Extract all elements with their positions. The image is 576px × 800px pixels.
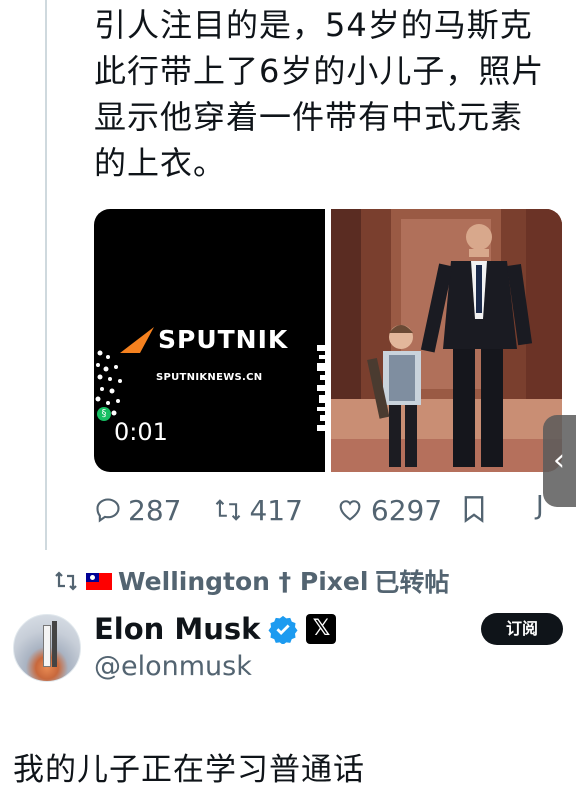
like-button[interactable]: 6297 xyxy=(335,494,442,527)
author-row: Elon Musk 𝕏 xyxy=(94,609,337,649)
share-button[interactable]: J xyxy=(536,491,544,521)
repost-count: 417 xyxy=(249,493,303,527)
media-grid: § SPUTNIK SPUTNIKNEWS.CN 0:01 xyxy=(94,209,562,472)
reply-count: 287 xyxy=(128,493,182,527)
post-text-line: 的上衣。 xyxy=(94,144,227,182)
repost-suffix: 已转帖 xyxy=(374,568,450,597)
mini-program-icon: § xyxy=(97,407,111,421)
repost-icon xyxy=(55,571,77,591)
sputnik-brand: SPUTNIK xyxy=(158,325,289,354)
video-duration: 0:01 xyxy=(114,418,168,446)
post-actions: 287 417 6297 J xyxy=(94,491,554,529)
photo-thumbnail[interactable] xyxy=(331,209,562,472)
like-count: 6297 xyxy=(370,493,443,527)
repost-button[interactable]: 417 xyxy=(213,493,303,527)
reposter-name: Wellington † Pixel xyxy=(118,566,369,596)
avatar[interactable] xyxy=(13,614,81,682)
video-thumbnail[interactable]: § SPUTNIK SPUTNIKNEWS.CN 0:01 xyxy=(94,209,325,472)
x-affiliate-icon: 𝕏 xyxy=(306,614,337,644)
repost-icon xyxy=(216,499,241,521)
reply-button[interactable]: 287 xyxy=(94,494,181,527)
thread-connector-line xyxy=(45,0,47,550)
heart-icon xyxy=(339,500,361,521)
post-text-line: 此行带上了6岁的小儿子，照片 xyxy=(94,52,545,90)
photo-illustration xyxy=(331,209,562,472)
subscribe-button[interactable]: 订阅 xyxy=(481,613,563,645)
tweet-text: 我的儿子正在学习普通话 xyxy=(13,752,365,788)
reply-icon xyxy=(96,498,120,523)
author-display-name[interactable]: Elon Musk xyxy=(94,612,260,646)
qr-fragment xyxy=(317,345,325,431)
bookmark-icon[interactable] xyxy=(462,495,486,523)
post-text: 引人注目的是，54岁的马斯克 此行带上了6岁的小儿子，照片 显示他穿着一件带有中… xyxy=(94,2,564,186)
repost-banner[interactable]: Wellington † Pixel 已转帖 xyxy=(52,563,449,599)
sputnik-logo: SPUTNIK xyxy=(120,325,288,354)
post-text-line: 引人注目的是，54岁的马斯克 xyxy=(94,6,533,44)
author-handle[interactable]: @elonmusk xyxy=(94,651,252,682)
sputnik-wedge-icon xyxy=(120,326,154,353)
verified-badge-icon xyxy=(268,615,298,644)
sputnik-url: SPUTNIKNEWS.CN xyxy=(156,372,263,383)
post-text-line: 显示他穿着一件带有中式元素 xyxy=(94,98,524,136)
taiwan-flag-icon xyxy=(86,572,112,590)
